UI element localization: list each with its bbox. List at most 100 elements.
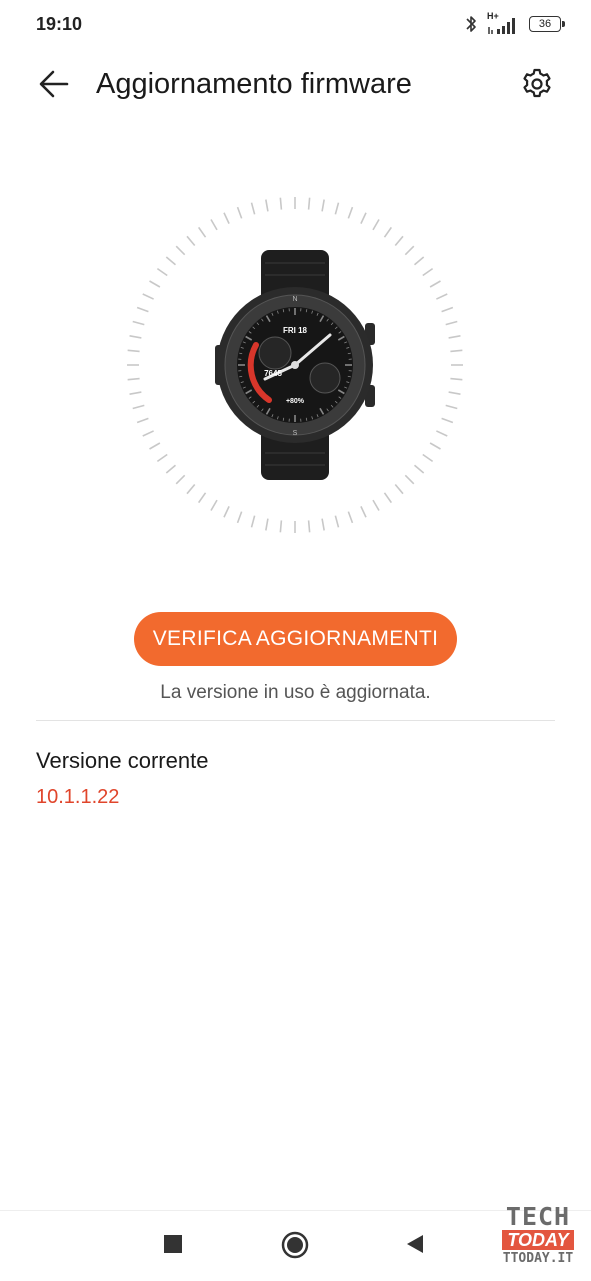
ring-tick <box>280 198 281 210</box>
check-updates-button[interactable]: VERIFICA AGGIORNAMENTI <box>134 612 457 666</box>
watch-date-label: FRI 18 <box>283 326 308 335</box>
ring-tick <box>335 203 338 215</box>
triangle-left-icon <box>404 1233 426 1255</box>
signal-icon <box>487 15 521 35</box>
ring-tick <box>436 431 447 436</box>
ring-tick <box>266 519 268 531</box>
ring-tick <box>423 269 433 276</box>
ring-tick <box>449 392 461 394</box>
ring-tick <box>322 519 324 531</box>
page-title: Aggiornamento firmware <box>96 68 412 101</box>
battery-indicator: 36 <box>529 16 561 32</box>
ring-tick <box>150 443 160 449</box>
status-icons: H+ 36 <box>463 13 561 35</box>
status-bar: 19:10 H+ 36 <box>0 0 591 52</box>
cellular-signal: H+ <box>487 13 521 35</box>
battery-level: 36 <box>539 18 551 30</box>
ring-tick <box>133 405 145 408</box>
ring-tick <box>224 506 229 517</box>
ring-tick <box>449 336 461 338</box>
ring-tick <box>373 220 379 230</box>
ring-tick <box>373 500 379 510</box>
ring-tick <box>309 520 310 532</box>
ring-tick <box>266 200 268 212</box>
app-header: Aggiornamento firmware <box>0 52 591 116</box>
ring-tick <box>430 443 440 449</box>
ring-tick <box>252 203 255 215</box>
ring-tick <box>157 454 167 461</box>
ring-tick <box>176 475 184 483</box>
ring-tick <box>384 493 391 503</box>
settings-button[interactable] <box>517 64 557 104</box>
ring-tick <box>361 213 366 224</box>
ring-tick <box>143 431 154 436</box>
ring-tick <box>176 246 184 254</box>
ring-tick <box>199 227 206 237</box>
current-version-value: 10.1.1.22 <box>36 786 119 809</box>
ring-tick <box>280 520 281 532</box>
nav-recents-button[interactable] <box>162 1233 184 1255</box>
ring-tick <box>166 465 175 473</box>
ring-tick <box>384 227 391 237</box>
ring-tick <box>322 200 324 212</box>
ring-tick <box>199 493 206 503</box>
ring-tick <box>211 500 217 510</box>
techtoday-watermark: TECH TODAY TTODAY.IT <box>492 1204 584 1270</box>
ring-tick <box>446 322 458 325</box>
ring-tick <box>405 246 413 254</box>
ring-tick <box>166 257 175 265</box>
current-version-label: Versione corrente <box>36 748 208 774</box>
ring-tick <box>309 198 310 210</box>
gear-icon <box>520 67 554 101</box>
ring-tick <box>211 220 217 230</box>
status-time: 19:10 <box>36 14 82 35</box>
svg-text:N: N <box>292 296 297 303</box>
nav-home-button[interactable] <box>280 1230 310 1260</box>
ring-tick <box>130 336 142 338</box>
ring-tick <box>446 405 458 408</box>
ring-tick <box>150 281 160 287</box>
ring-tick <box>450 379 462 380</box>
watermark-line1: TECH <box>492 1204 584 1230</box>
ring-tick <box>430 281 440 287</box>
ring-tick <box>405 475 413 483</box>
watch-illustration: FRI 18 7645 +80% N S <box>125 195 465 535</box>
ring-tick <box>436 294 447 299</box>
arrow-left-icon <box>37 67 71 101</box>
square-icon <box>163 1234 183 1254</box>
ring-tick <box>348 207 352 218</box>
ring-tick <box>187 236 195 245</box>
ring-tick <box>395 485 403 494</box>
svg-text:S: S <box>293 430 298 437</box>
watermark-line3: TTODAY.IT <box>492 1251 584 1267</box>
watermark-line2: TODAY <box>502 1230 573 1250</box>
ring-tick <box>143 294 154 299</box>
watch-steps-label: 7645 <box>264 369 282 378</box>
ring-tick <box>187 485 195 494</box>
ring-tick <box>238 512 242 523</box>
nav-back-button[interactable] <box>404 1233 426 1255</box>
ring-tick <box>137 418 148 422</box>
ring-tick <box>415 465 424 473</box>
back-button[interactable] <box>34 64 74 104</box>
watch-image: FRI 18 7645 +80% N S <box>125 195 465 535</box>
ring-tick <box>442 308 453 312</box>
ring-tick <box>238 207 242 218</box>
ring-tick <box>128 350 140 351</box>
ring-tick <box>224 213 229 224</box>
ring-tick <box>423 454 433 461</box>
ring-tick <box>395 236 403 245</box>
update-status-message: La versione in uso è aggiornata. <box>0 682 591 704</box>
ring-tick <box>450 350 462 351</box>
ring-tick <box>157 269 167 276</box>
ring-tick <box>361 506 366 517</box>
watch-battery-label: +80% <box>286 398 305 405</box>
ring-tick <box>335 516 338 528</box>
ring-tick <box>128 379 140 380</box>
circle-icon <box>280 1230 310 1260</box>
ring-tick <box>133 322 145 325</box>
ring-tick <box>252 516 255 528</box>
ring-tick <box>130 392 142 394</box>
ring-tick <box>137 308 148 312</box>
bluetooth-icon <box>463 14 479 34</box>
